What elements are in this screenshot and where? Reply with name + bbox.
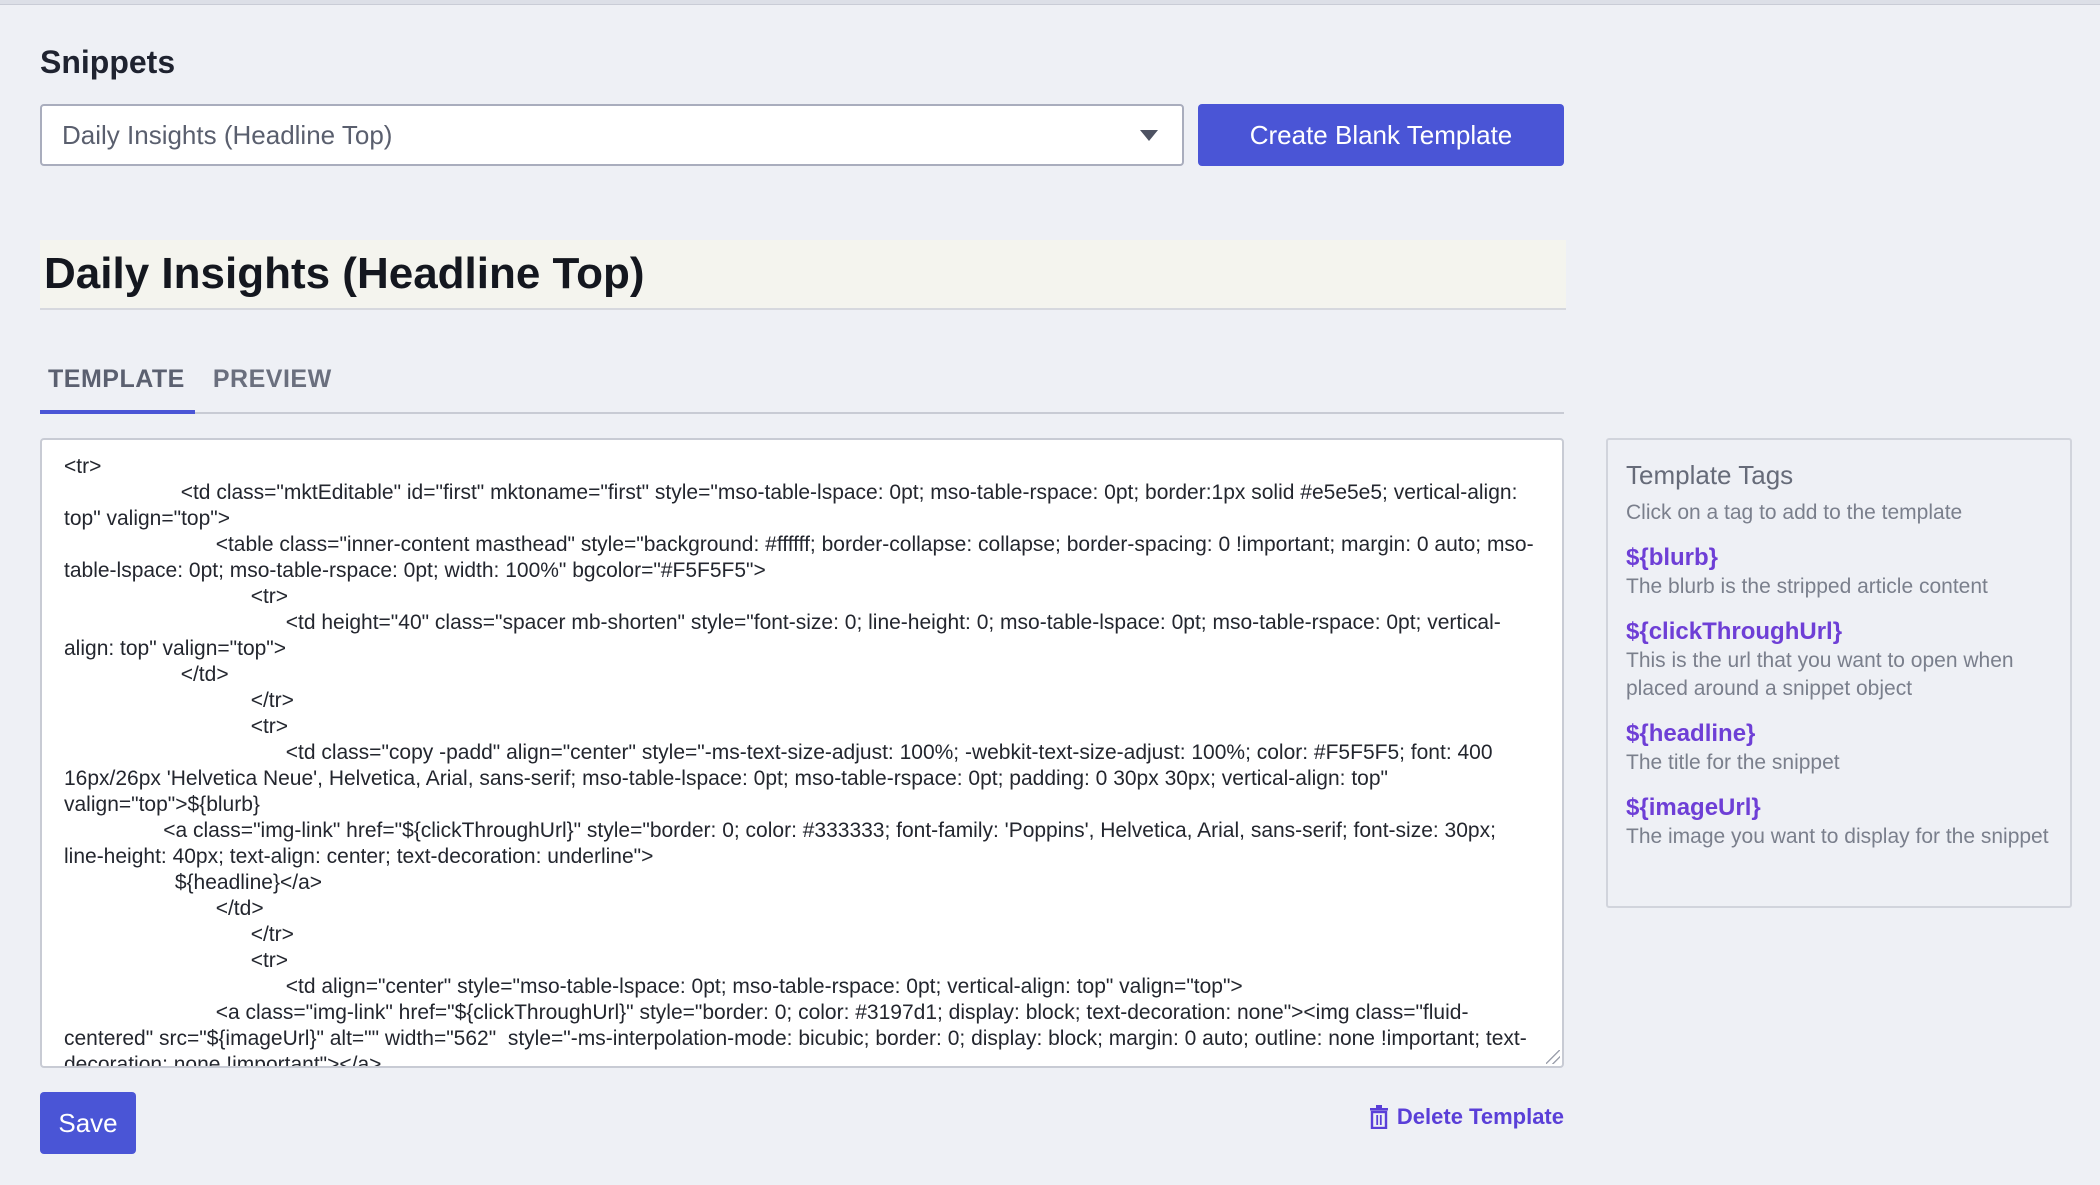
tab-template[interactable]: TEMPLATE bbox=[40, 358, 195, 414]
tag-click-through-url[interactable]: ${clickThroughUrl} bbox=[1626, 617, 2052, 647]
tag-image-url-description: The image you want to display for the sn… bbox=[1626, 825, 2049, 848]
tag-blurb[interactable]: ${blurb} bbox=[1626, 543, 2052, 573]
tag-item-click-through-url: ${clickThroughUrl} This is the url that … bbox=[1626, 617, 2052, 703]
template-tabs: TEMPLATE PREVIEW bbox=[40, 358, 1564, 414]
trash-icon bbox=[1369, 1105, 1388, 1129]
save-button[interactable]: Save bbox=[40, 1092, 136, 1154]
template-title: Daily Insights (Headline Top) bbox=[44, 249, 645, 298]
tag-item-headline: ${headline} The title for the snippet bbox=[1626, 719, 2052, 777]
delete-template-link[interactable]: Delete Template bbox=[1369, 1104, 1564, 1130]
create-blank-template-button[interactable]: Create Blank Template bbox=[1198, 104, 1564, 166]
tag-image-url[interactable]: ${imageUrl} bbox=[1626, 793, 2052, 823]
template-title-bar: Daily Insights (Headline Top) bbox=[40, 240, 1566, 310]
tag-blurb-description: The blurb is the stripped article conten… bbox=[1626, 575, 1988, 598]
template-tags-panel: Template Tags Click on a tag to add to t… bbox=[1606, 438, 2072, 908]
tag-click-through-url-description: This is the url that you want to open wh… bbox=[1626, 649, 2014, 700]
chevron-down-icon bbox=[1140, 129, 1158, 141]
snippet-select-value: Daily Insights (Headline Top) bbox=[62, 119, 393, 150]
tag-item-image-url: ${imageUrl} The image you want to displa… bbox=[1626, 793, 2052, 851]
tag-item-blurb: ${blurb} The blurb is the stripped artic… bbox=[1626, 543, 2052, 601]
tag-headline-description: The title for the snippet bbox=[1626, 751, 1840, 774]
delete-template-label: Delete Template bbox=[1396, 1104, 1564, 1129]
tags-panel-subtitle: Click on a tag to add to the template bbox=[1626, 501, 1963, 524]
template-code-editor[interactable]: <tr> <td class="mktEditable" id="first" … bbox=[40, 438, 1564, 1068]
snippet-select[interactable]: Daily Insights (Headline Top) bbox=[40, 104, 1184, 166]
tag-headline[interactable]: ${headline} bbox=[1626, 719, 2052, 749]
tab-preview[interactable]: PREVIEW bbox=[205, 358, 340, 414]
section-title: Snippets bbox=[40, 44, 176, 80]
top-rule bbox=[0, 0, 2100, 5]
tags-panel-title: Template Tags bbox=[1626, 460, 1794, 490]
